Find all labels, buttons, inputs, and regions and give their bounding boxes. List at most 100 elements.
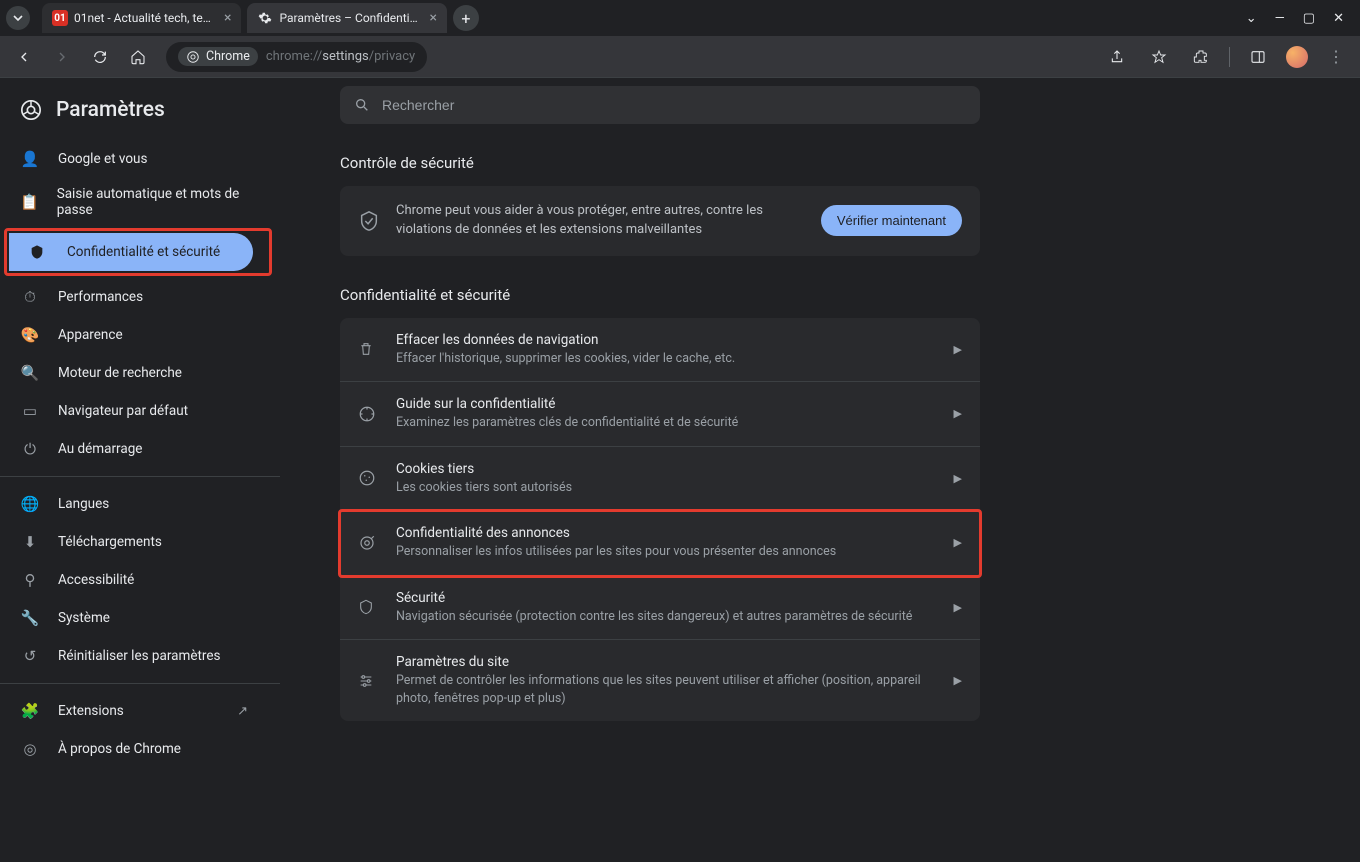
palette-icon: 🎨 bbox=[20, 326, 40, 344]
chevron-right-icon: ▶ bbox=[954, 601, 962, 614]
verify-now-button[interactable]: Vérifier maintenant bbox=[821, 205, 962, 236]
sidebar-item-about[interactable]: ◎ À propos de Chrome bbox=[0, 730, 268, 768]
row-clear-data[interactable]: Effacer les données de navigation Efface… bbox=[340, 318, 980, 383]
settings-content: Contrôle de sécurité Chrome peut vous ai… bbox=[280, 78, 1360, 862]
chevron-down-icon bbox=[12, 12, 24, 24]
shield-icon bbox=[29, 244, 49, 260]
row-cookies[interactable]: Cookies tiers Les cookies tiers sont aut… bbox=[340, 447, 980, 512]
chevron-right-icon: ▶ bbox=[954, 472, 962, 485]
window-controls: ⌄ — ▢ ✕ bbox=[1246, 11, 1354, 26]
favicon-01net: 01 bbox=[52, 10, 68, 26]
sidebar-item-privacy[interactable]: Confidentialité et sécurité bbox=[9, 233, 253, 271]
share-icon[interactable] bbox=[1103, 43, 1131, 71]
chrome-chip: Chrome bbox=[178, 47, 258, 66]
sidebar-item-appearance[interactable]: 🎨 Apparence bbox=[0, 316, 268, 354]
cookie-icon bbox=[358, 469, 380, 487]
separator bbox=[0, 476, 280, 477]
section-privacy: Confidentialité et sécurité bbox=[340, 286, 1320, 304]
tab-settings[interactable]: Paramètres – Confidentialité et s × bbox=[247, 3, 446, 33]
browser-icon: ▭ bbox=[20, 402, 40, 420]
toolbar: Chrome chrome://settings/privacy ⋮ bbox=[0, 36, 1360, 78]
sidebar-item-downloads[interactable]: ⬇ Téléchargements bbox=[0, 523, 268, 561]
bookmark-icon[interactable] bbox=[1145, 43, 1173, 71]
shield-check-icon bbox=[358, 210, 380, 232]
home-button[interactable] bbox=[124, 43, 152, 71]
chevron-right-icon: ▶ bbox=[954, 343, 962, 356]
gear-icon bbox=[257, 10, 273, 26]
person-icon: 👤 bbox=[20, 150, 40, 168]
row-site-settings[interactable]: Paramètres du site Permet de contrôler l… bbox=[340, 640, 980, 721]
sidebar-item-default-browser[interactable]: ▭ Navigateur par défaut bbox=[0, 392, 268, 430]
url-text: chrome://settings/privacy bbox=[266, 49, 415, 64]
settings-brand: Paramètres bbox=[0, 92, 280, 140]
sidebar-item-languages[interactable]: 🌐 Langues bbox=[0, 485, 268, 523]
tab-strip: 01 01net - Actualité tech, tests prod × … bbox=[0, 0, 1360, 36]
sliders-icon bbox=[358, 673, 380, 689]
chrome-icon bbox=[186, 50, 200, 64]
chevron-right-icon: ▶ bbox=[954, 536, 962, 549]
safety-check-card: Chrome peut vous aider à vous protéger, … bbox=[340, 186, 980, 256]
tab-search-button[interactable] bbox=[6, 6, 30, 30]
sidebar-item-autofill[interactable]: 📋 Saisie automatique et mots de passe bbox=[0, 178, 268, 226]
trash-icon bbox=[358, 341, 380, 357]
search-settings[interactable] bbox=[340, 86, 980, 124]
external-link-icon: ↗ bbox=[237, 704, 248, 719]
highlight-box-sidebar: Confidentialité et sécurité bbox=[4, 228, 272, 276]
sidebar-item-reset[interactable]: ↺ Réinitialiser les paramètres bbox=[0, 637, 268, 675]
sidepanel-icon[interactable] bbox=[1244, 43, 1272, 71]
maximize-icon[interactable]: ▢ bbox=[1303, 11, 1315, 26]
chevron-right-icon: ▶ bbox=[954, 407, 962, 420]
sidebar-item-performance[interactable]: ⏱ Performances bbox=[0, 278, 268, 316]
puzzle-icon: 🧩 bbox=[20, 702, 40, 720]
reload-button[interactable] bbox=[86, 43, 114, 71]
new-tab-button[interactable]: + bbox=[453, 5, 479, 31]
minimize-icon[interactable]: — bbox=[1275, 11, 1285, 26]
clipboard-icon: 📋 bbox=[20, 193, 39, 211]
section-safety-check: Contrôle de sécurité bbox=[340, 154, 1320, 172]
accessibility-icon: ⚲ bbox=[20, 571, 40, 589]
tab-title: 01net - Actualité tech, tests prod bbox=[74, 11, 214, 25]
back-button[interactable] bbox=[10, 43, 38, 71]
separator bbox=[1229, 47, 1230, 67]
wrench-icon: 🔧 bbox=[20, 609, 40, 627]
extensions-icon[interactable] bbox=[1187, 43, 1215, 71]
forward-button[interactable] bbox=[48, 43, 76, 71]
sidebar-item-google[interactable]: 👤 Google et vous bbox=[0, 140, 268, 178]
search-icon bbox=[354, 97, 370, 113]
close-window-icon[interactable]: ✕ bbox=[1333, 11, 1344, 26]
sidebar-item-search-engine[interactable]: 🔍 Moteur de recherche bbox=[0, 354, 268, 392]
omnibox[interactable]: Chrome chrome://settings/privacy bbox=[166, 42, 427, 72]
page-title: Paramètres bbox=[56, 98, 165, 122]
sidebar-item-accessibility[interactable]: ⚲ Accessibilité bbox=[0, 561, 268, 599]
speedometer-icon: ⏱ bbox=[20, 288, 40, 306]
sidebar-item-extensions[interactable]: 🧩 Extensions ↗ bbox=[0, 692, 268, 730]
privacy-list: Effacer les données de navigation Efface… bbox=[340, 318, 980, 722]
safety-check-text: Chrome peut vous aider à vous protéger, … bbox=[396, 202, 805, 240]
search-input[interactable] bbox=[382, 97, 966, 113]
tab-01net[interactable]: 01 01net - Actualité tech, tests prod × bbox=[42, 3, 241, 33]
separator bbox=[0, 683, 280, 684]
menu-icon[interactable]: ⋮ bbox=[1322, 43, 1350, 71]
sidebar-item-system[interactable]: 🔧 Système bbox=[0, 599, 268, 637]
sidebar-item-startup[interactable]: ⏻ Au démarrage bbox=[0, 430, 268, 468]
row-ad-privacy[interactable]: Confidentialité des annonces Personnalis… bbox=[340, 511, 980, 576]
settings-sidebar: Paramètres 👤 Google et vous 📋 Saisie aut… bbox=[0, 78, 280, 862]
target-icon bbox=[358, 534, 380, 552]
tab-title: Paramètres – Confidentialité et s bbox=[279, 11, 419, 25]
globe-icon: 🌐 bbox=[20, 495, 40, 513]
row-privacy-guide[interactable]: Guide sur la confidentialité Examinez le… bbox=[340, 382, 980, 447]
chevron-right-icon: ▶ bbox=[954, 674, 962, 687]
compass-icon bbox=[358, 405, 380, 423]
restore-icon: ↺ bbox=[20, 647, 40, 665]
chevron-down-icon[interactable]: ⌄ bbox=[1246, 11, 1257, 26]
download-icon: ⬇ bbox=[20, 533, 40, 551]
search-icon: 🔍 bbox=[20, 364, 40, 382]
close-icon[interactable]: × bbox=[224, 10, 231, 26]
profile-avatar[interactable] bbox=[1286, 46, 1308, 68]
row-security[interactable]: Sécurité Navigation sécurisée (protectio… bbox=[340, 576, 980, 641]
chrome-icon bbox=[20, 99, 42, 121]
close-icon[interactable]: × bbox=[429, 10, 436, 26]
power-icon: ⏻ bbox=[20, 440, 40, 458]
chrome-icon: ◎ bbox=[20, 740, 40, 758]
shield-icon bbox=[358, 599, 380, 615]
